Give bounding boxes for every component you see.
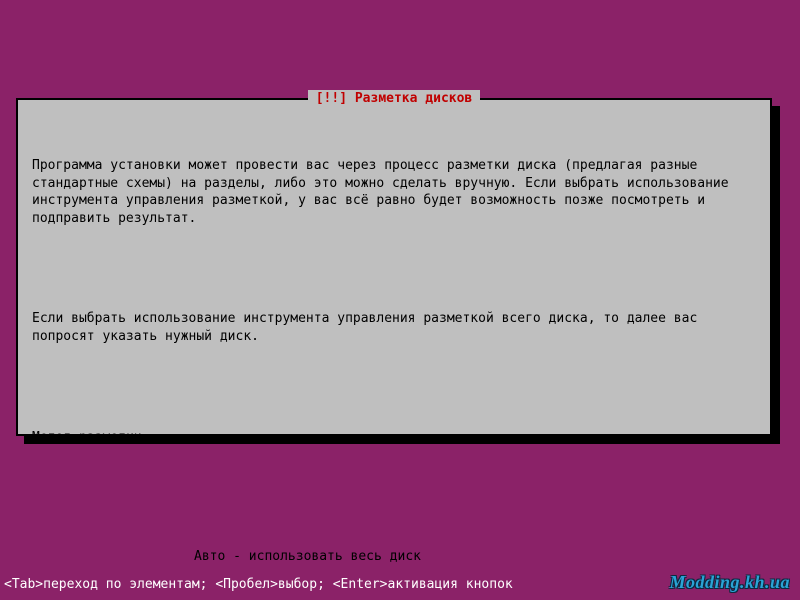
partition-dialog: [!!] Разметка дисков Программа установки… — [16, 98, 772, 436]
dialog-title: [!!] Разметка дисков — [308, 90, 481, 108]
dialog-title-wrap: [!!] Разметка дисков — [18, 90, 770, 108]
watermark: Modding.kh.ua — [669, 570, 790, 594]
dialog-content: Программа установки может провести вас ч… — [18, 100, 770, 600]
dialog-paragraph-1: Программа установки может провести вас ч… — [32, 157, 756, 227]
dialog-paragraph-2: Если выбрать использование инструмента у… — [32, 310, 756, 345]
option-auto-whole-disk[interactable]: Авто - использовать весь диск — [192, 548, 592, 566]
footer-hint: <Tab>переход по элементам; <Пробел>выбор… — [4, 576, 513, 594]
spacer — [32, 262, 756, 275]
spacer — [32, 381, 756, 394]
dialog-prompt: Метод разметки: — [32, 429, 756, 447]
